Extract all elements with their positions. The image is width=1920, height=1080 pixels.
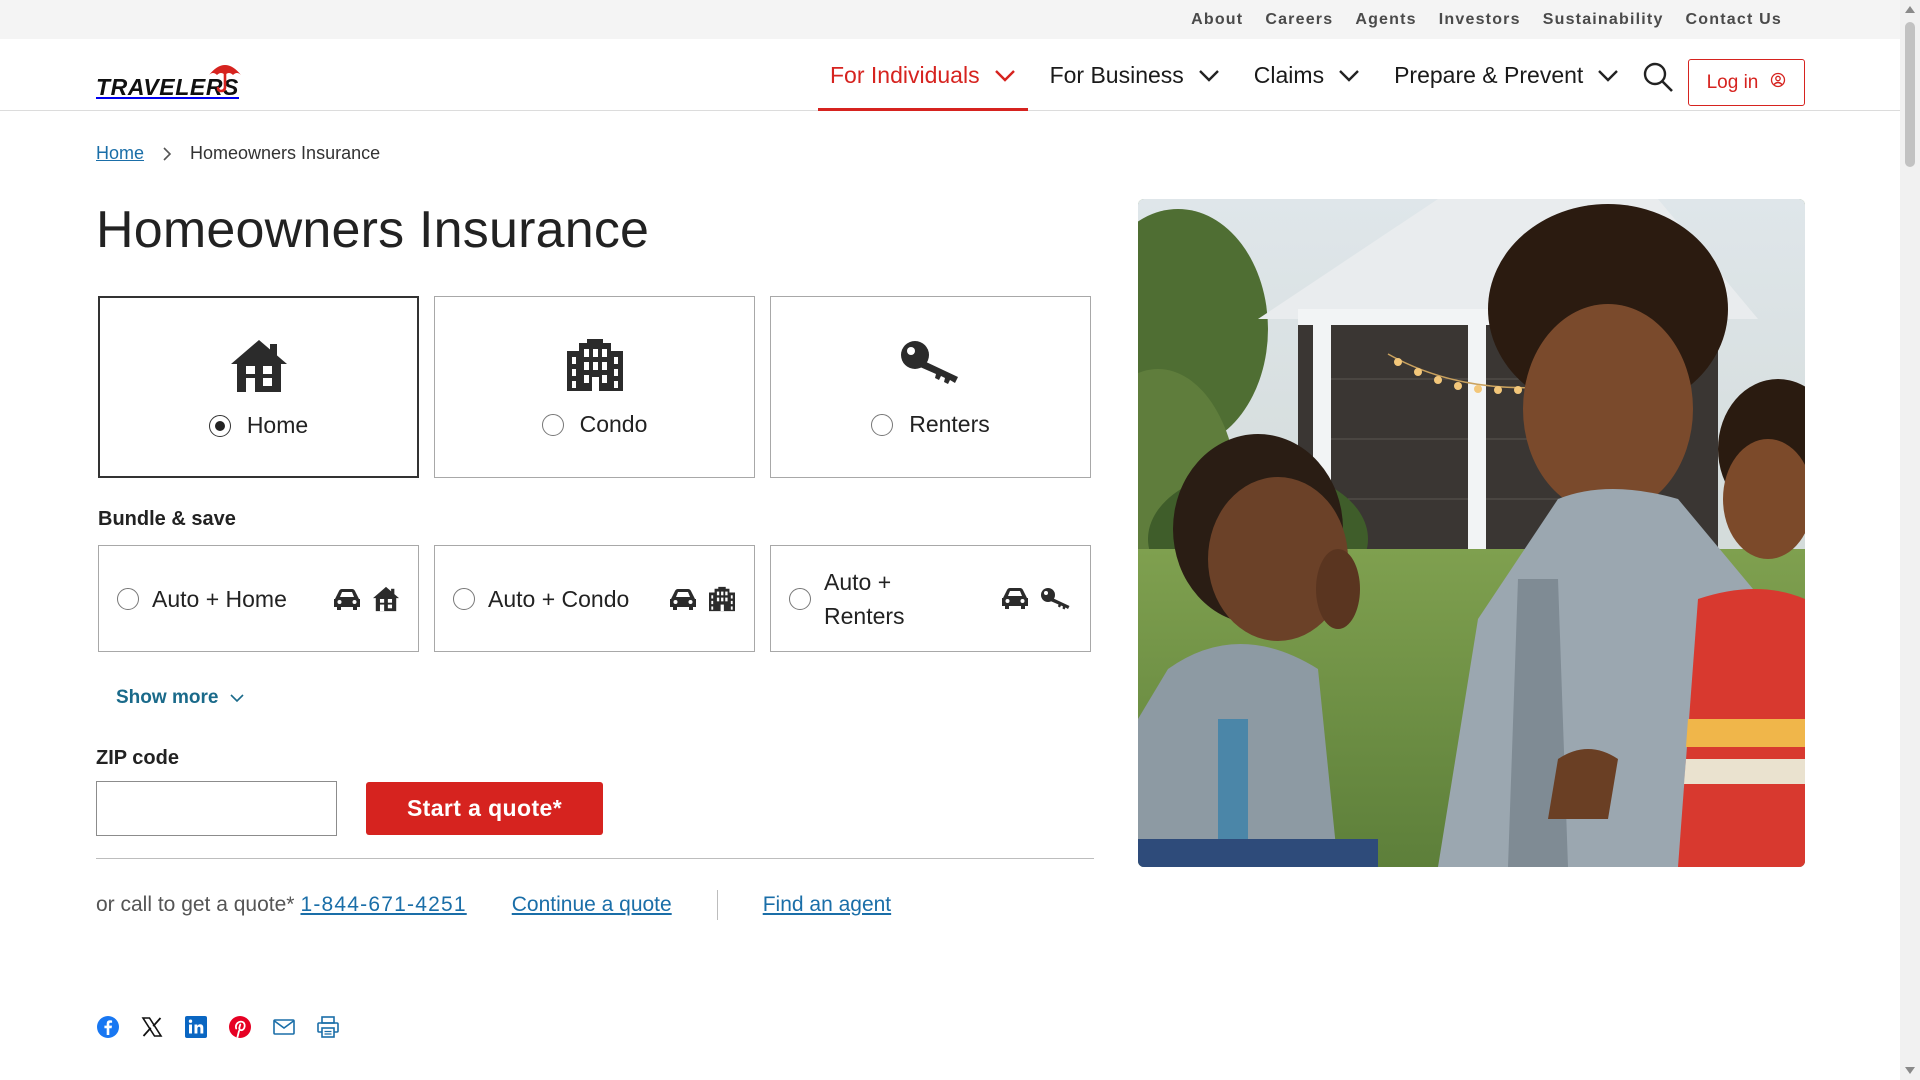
bundle-label-line1: Auto + — [824, 568, 892, 595]
x-icon[interactable] — [140, 1015, 164, 1039]
key-icon — [1040, 586, 1072, 615]
print-icon[interactable] — [316, 1015, 340, 1039]
nav-for-individuals[interactable]: For Individuals — [818, 39, 1028, 111]
bundle-label: Auto + Renters — [824, 565, 905, 633]
radio-button-condo[interactable] — [541, 413, 564, 436]
bundle-card-auto-renters[interactable]: Auto + Renters — [770, 545, 1091, 652]
car-icon — [332, 587, 362, 616]
utility-link-about[interactable]: About — [1191, 11, 1243, 29]
scrollbar-thumb[interactable] — [1905, 22, 1915, 167]
key-icon — [900, 337, 962, 390]
building-icon — [708, 586, 736, 617]
login-button[interactable]: Log in — [1688, 59, 1805, 106]
bundle-heading: Bundle & save — [98, 508, 236, 530]
page-scrollbar[interactable] — [1900, 0, 1920, 1080]
product-card-home[interactable]: Home — [98, 296, 419, 478]
radio-button-auto-home[interactable] — [117, 588, 139, 610]
start-quote-button[interactable]: Start a quote* — [366, 782, 603, 835]
bundle-label: Auto + Condo — [488, 585, 630, 612]
product-label: Renters — [909, 411, 990, 437]
email-icon[interactable] — [272, 1015, 296, 1039]
utility-link-contact-us[interactable]: Contact Us — [1686, 11, 1782, 29]
utility-link-agents[interactable]: Agents — [1355, 11, 1416, 29]
radio-button-auto-renters[interactable] — [789, 588, 811, 610]
car-icon — [1000, 586, 1030, 615]
house-icon — [372, 586, 400, 617]
bundle-card-auto-condo[interactable]: Auto + Condo — [434, 545, 755, 652]
product-label: Home — [246, 412, 309, 438]
divider — [96, 858, 1094, 859]
house-icon — [229, 338, 289, 399]
scroll-up-icon[interactable] — [1905, 6, 1915, 13]
vertical-divider — [716, 890, 718, 920]
chevron-down-icon — [1198, 69, 1220, 82]
call-row: or call to get a quote* 1-844-671-4251 C… — [96, 890, 891, 920]
chevron-down-icon — [1597, 69, 1619, 82]
chevron-down-icon — [994, 69, 1016, 82]
nav-claims[interactable]: Claims — [1242, 39, 1372, 111]
breadcrumb: Home Homeowners Insurance — [96, 143, 380, 164]
utility-nav: About Careers Agents Investors Sustainab… — [1191, 0, 1782, 39]
utility-link-sustainability[interactable]: Sustainability — [1543, 11, 1664, 29]
pinterest-icon[interactable] — [228, 1015, 252, 1039]
breadcrumb-current: Homeowners Insurance — [190, 143, 381, 163]
radio-button-auto-condo[interactable] — [453, 588, 475, 610]
chevron-down-icon — [1338, 69, 1360, 82]
phone-link[interactable]: 1-844-671-4251 — [300, 893, 466, 917]
travelers-logo[interactable]: TRAVELERS — [96, 61, 241, 101]
nav-label: For Business — [1049, 61, 1184, 88]
product-radio-row: Home — [100, 412, 417, 439]
nav-label: Prepare & Prevent — [1394, 61, 1584, 88]
facebook-icon[interactable] — [96, 1015, 120, 1039]
page-title: Homeowners Insurance — [96, 201, 650, 259]
bundle-label: Auto + Home — [152, 585, 287, 612]
main-nav: For Individuals For Business Claims Prep… — [818, 39, 1631, 111]
bundle-card-auto-home[interactable]: Auto + Home — [98, 545, 419, 652]
utility-bar: About Careers Agents Investors Sustainab… — [0, 0, 1900, 39]
main-header: TRAVELERS For Individuals For Business C… — [0, 39, 1900, 111]
car-icon — [668, 587, 698, 616]
show-more-label: Show more — [116, 687, 219, 708]
bundle-icons — [332, 586, 400, 617]
product-label: Condo — [579, 411, 648, 437]
nav-for-business[interactable]: For Business — [1038, 39, 1232, 111]
find-agent-link[interactable]: Find an agent — [763, 893, 891, 917]
bundle-icons — [1000, 586, 1072, 615]
zip-input[interactable] — [96, 781, 337, 836]
chevron-right-icon — [162, 146, 172, 161]
radio-button-home[interactable] — [208, 414, 231, 437]
radio-button-renters[interactable] — [871, 413, 894, 436]
bundle-label-line2: Renters — [824, 602, 905, 629]
product-radio-row: Condo — [435, 411, 754, 438]
scroll-down-icon[interactable] — [1905, 1067, 1915, 1074]
umbrella-icon — [206, 59, 244, 98]
nav-label: For Individuals — [830, 61, 980, 88]
bundle-icons — [668, 586, 736, 617]
continue-quote-link[interactable]: Continue a quote — [512, 893, 672, 917]
call-prefix: or call to get a quote* — [96, 893, 295, 916]
utility-link-investors[interactable]: Investors — [1439, 11, 1521, 29]
login-label: Log in — [1706, 71, 1759, 93]
user-icon — [1770, 72, 1786, 94]
nav-prepare-prevent[interactable]: Prepare & Prevent — [1382, 39, 1631, 111]
chevron-down-icon — [230, 687, 244, 709]
share-row — [96, 1015, 340, 1039]
building-icon — [565, 337, 625, 398]
breadcrumb-home[interactable]: Home — [96, 143, 144, 164]
nav-label: Claims — [1253, 61, 1325, 88]
product-card-renters[interactable]: Renters — [770, 296, 1091, 478]
zip-label: ZIP code — [96, 747, 179, 769]
hero-image — [1138, 199, 1805, 867]
utility-link-careers[interactable]: Careers — [1265, 11, 1333, 29]
show-more-button[interactable]: Show more — [116, 687, 244, 709]
product-radio-row: Renters — [771, 411, 1090, 438]
linkedin-icon[interactable] — [184, 1015, 208, 1039]
search-icon[interactable] — [1642, 61, 1674, 93]
product-card-condo[interactable]: Condo — [434, 296, 755, 478]
